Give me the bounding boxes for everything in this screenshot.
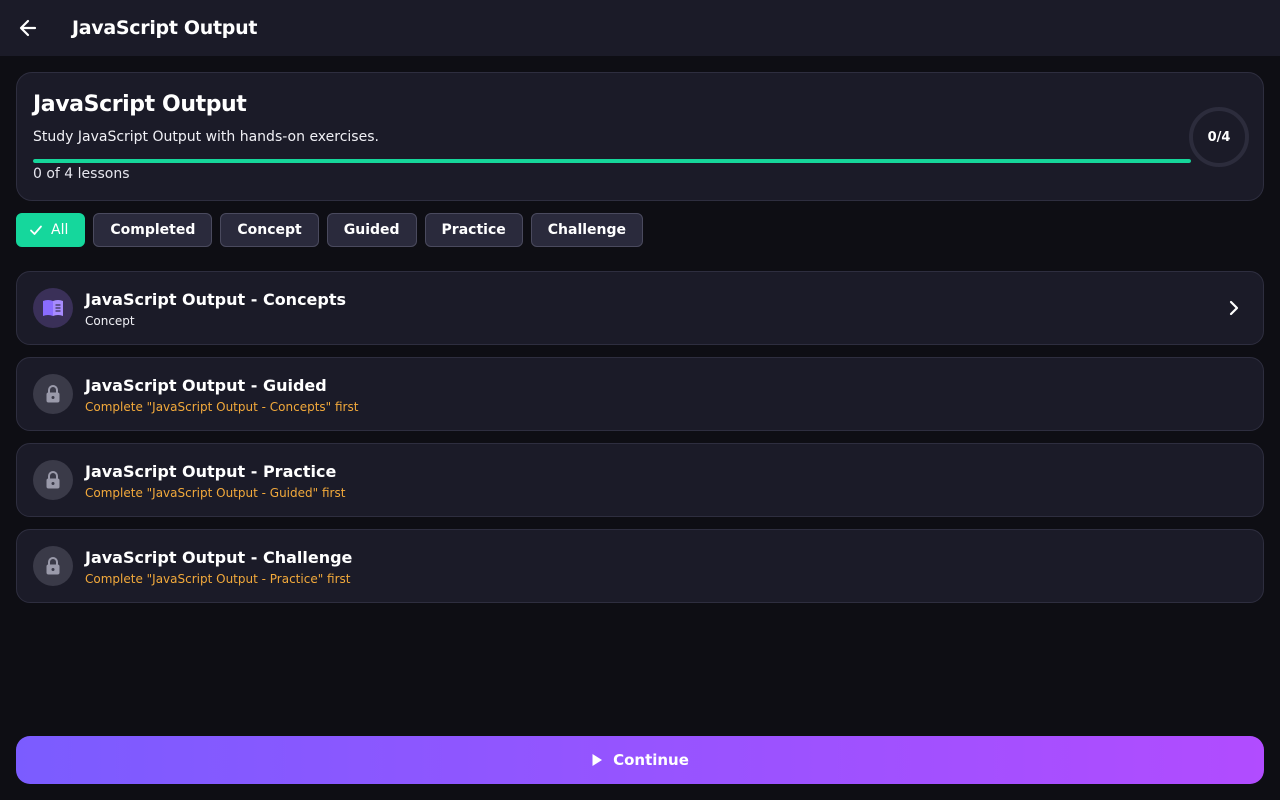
lesson-title: JavaScript Output - Practice	[85, 462, 337, 481]
lesson-lock-message: Complete "JavaScript Output - Practice" …	[85, 572, 351, 586]
lesson-icon-badge	[33, 288, 73, 328]
lesson-title: JavaScript Output - Challenge	[85, 548, 353, 567]
lesson-icon-badge	[33, 460, 73, 500]
module-progress-fill	[33, 159, 1191, 163]
progress-ring: 0/4	[1189, 107, 1249, 167]
progress-ring-label: 0/4	[1207, 129, 1231, 145]
filter-chip-practice[interactable]: Practice	[424, 213, 523, 247]
module-title: JavaScript Output	[33, 92, 247, 117]
module-progress-text: 0 of 4 lessons	[33, 166, 130, 182]
lesson-icon-badge	[33, 546, 73, 586]
lesson-icon-badge	[33, 374, 73, 414]
chevron-right-icon	[1223, 297, 1245, 319]
filter-chip-all[interactable]: All	[16, 213, 86, 247]
filter-chip-label: Challenge	[547, 222, 627, 238]
module-progress-bar	[33, 159, 1191, 163]
lock-icon	[46, 557, 60, 575]
lesson-card-guided[interactable]: JavaScript Output - Guided Complete "Jav…	[16, 357, 1264, 431]
filter-chip-completed[interactable]: Completed	[93, 213, 213, 247]
arrow-left-icon	[19, 19, 37, 37]
filter-chip-label: Completed	[110, 222, 196, 238]
lesson-card-concepts[interactable]: JavaScript Output - Concepts Concept	[16, 271, 1264, 345]
module-description: Study JavaScript Output with hands-on ex…	[33, 129, 379, 145]
filter-chip-label: Guided	[343, 222, 400, 238]
lesson-card-challenge[interactable]: JavaScript Output - Challenge Complete "…	[16, 529, 1264, 603]
continue-label: Continue	[613, 751, 689, 769]
continue-button[interactable]: Continue	[16, 736, 1264, 784]
top-app-bar: JavaScript Output	[0, 0, 1280, 56]
module-summary-card: JavaScript Output Study JavaScript Outpu…	[16, 72, 1264, 201]
play-icon	[592, 754, 603, 766]
lesson-card-practice[interactable]: JavaScript Output - Practice Complete "J…	[16, 443, 1264, 517]
lesson-type: Concept	[85, 314, 135, 328]
filter-chip-label: All	[51, 222, 69, 238]
page-title: JavaScript Output	[72, 17, 258, 39]
lock-icon	[46, 385, 60, 403]
lesson-lock-message: Complete "JavaScript Output - Guided" fi…	[85, 486, 346, 500]
book-icon	[43, 300, 63, 316]
back-button[interactable]	[16, 16, 40, 40]
check-icon	[30, 225, 42, 235]
filter-chip-label: Practice	[441, 222, 506, 238]
filter-chip-guided[interactable]: Guided	[326, 213, 417, 247]
filter-chips: All Completed Concept Guided Practice Ch…	[16, 213, 644, 247]
lesson-lock-message: Complete "JavaScript Output - Concepts" …	[85, 400, 359, 414]
filter-chip-concept[interactable]: Concept	[220, 213, 319, 247]
lesson-title: JavaScript Output - Concepts	[85, 290, 347, 309]
filter-chip-label: Concept	[237, 222, 302, 238]
lesson-title: JavaScript Output - Guided	[85, 376, 327, 395]
lock-icon	[46, 471, 60, 489]
filter-chip-challenge[interactable]: Challenge	[530, 213, 644, 247]
